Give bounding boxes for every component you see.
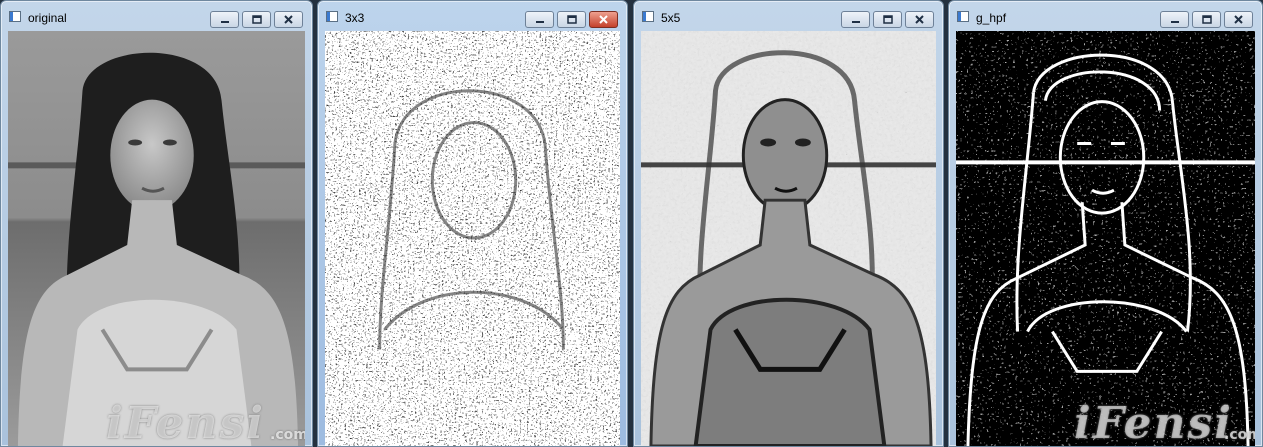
close-icon <box>915 15 924 24</box>
close-icon <box>284 15 293 24</box>
window-5x5[interactable]: 5x5 <box>633 0 944 447</box>
minimize-icon <box>851 20 860 23</box>
window-g-hpf[interactable]: g_hpf iFensi .co <box>948 0 1263 447</box>
window-title: original <box>28 11 67 25</box>
minimize-icon <box>535 20 544 23</box>
titlebar[interactable]: 3x3 <box>318 1 627 31</box>
minimize-button[interactable] <box>1160 11 1189 28</box>
window-title: 5x5 <box>661 11 681 25</box>
app-window-icon[interactable] <box>9 11 21 22</box>
image-3x3 <box>325 31 620 446</box>
maximize-icon <box>882 15 893 24</box>
maximize-button[interactable] <box>1192 11 1221 28</box>
maximize-button[interactable] <box>557 11 586 28</box>
maximize-button[interactable] <box>873 11 902 28</box>
window-title: 3x3 <box>345 11 365 25</box>
close-button[interactable] <box>274 11 303 28</box>
image-original: iFensi .com <box>8 31 305 446</box>
maximize-icon <box>1201 15 1212 24</box>
app-window-icon[interactable] <box>326 11 338 22</box>
titlebar[interactable]: g_hpf <box>949 1 1262 31</box>
image-5x5 <box>641 31 936 446</box>
minimize-button[interactable] <box>210 11 239 28</box>
window-3x3[interactable]: 3x3 <box>317 0 628 447</box>
window-title: g_hpf <box>976 11 1007 25</box>
close-icon <box>599 15 608 24</box>
maximize-icon <box>251 15 262 24</box>
image-g-hpf: iFensi .com <box>956 31 1255 446</box>
minimize-button[interactable] <box>841 11 870 28</box>
maximize-button[interactable] <box>242 11 271 28</box>
app-window-icon[interactable] <box>642 11 654 22</box>
app-window-icon[interactable] <box>957 11 969 22</box>
minimize-icon <box>220 20 229 23</box>
window-original[interactable]: original iFensi .com <box>0 0 313 447</box>
close-button[interactable] <box>905 11 934 28</box>
minimize-icon <box>1170 20 1179 23</box>
close-button[interactable] <box>589 11 618 28</box>
close-button[interactable] <box>1224 11 1253 28</box>
titlebar[interactable]: original <box>1 1 312 31</box>
maximize-icon <box>566 15 577 24</box>
close-icon <box>1234 15 1243 24</box>
minimize-button[interactable] <box>525 11 554 28</box>
titlebar[interactable]: 5x5 <box>634 1 943 31</box>
